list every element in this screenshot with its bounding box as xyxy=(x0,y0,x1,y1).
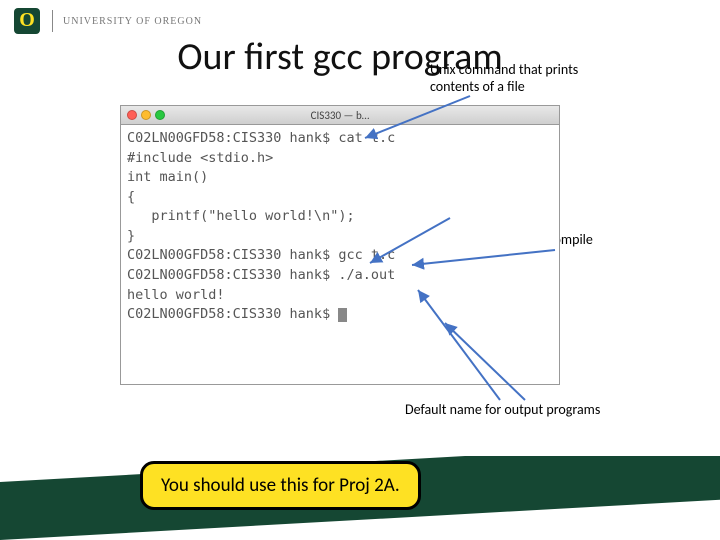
close-icon[interactable] xyxy=(127,110,137,120)
term-line: } xyxy=(127,228,135,244)
terminal-window: CIS330 — b… C02LN00GFD58:CIS330 hank$ ca… xyxy=(120,105,560,385)
zoom-icon[interactable] xyxy=(155,110,165,120)
terminal-body: C02LN00GFD58:CIS330 hank$ cat t.c #inclu… xyxy=(121,125,559,329)
terminal-title: CIS330 — b… xyxy=(311,109,370,122)
term-line: C02LN00GFD58:CIS330 hank$ gcc t.c xyxy=(127,247,395,263)
term-line: #include <stdio.h> xyxy=(127,150,273,166)
uo-logo-icon xyxy=(14,8,40,34)
term-line: hello world! xyxy=(127,287,225,303)
term-line: int main() xyxy=(127,169,208,185)
cursor-icon xyxy=(338,308,347,322)
institution-name: UNIVERSITY OF OREGON xyxy=(63,16,202,27)
term-line: C02LN00GFD58:CIS330 hank$ ./a.out xyxy=(127,267,395,283)
term-line: printf("hello world!\n"); xyxy=(127,208,355,224)
callout-box: You should use this for Proj 2A. xyxy=(140,461,421,510)
window-controls xyxy=(127,110,165,120)
minimize-icon[interactable] xyxy=(141,110,151,120)
annotation-aout: Default name for output programs xyxy=(405,402,600,419)
annotation-cat: Unix command that prints contents of a f… xyxy=(430,62,620,96)
vertical-divider xyxy=(52,10,53,32)
term-line: C02LN00GFD58:CIS330 hank$ xyxy=(127,306,338,322)
brand-header: UNIVERSITY OF OREGON xyxy=(0,0,720,38)
term-line: { xyxy=(127,189,135,205)
terminal-titlebar: CIS330 — b… xyxy=(121,105,559,125)
term-line: C02LN00GFD58:CIS330 hank$ cat t.c xyxy=(127,130,395,146)
